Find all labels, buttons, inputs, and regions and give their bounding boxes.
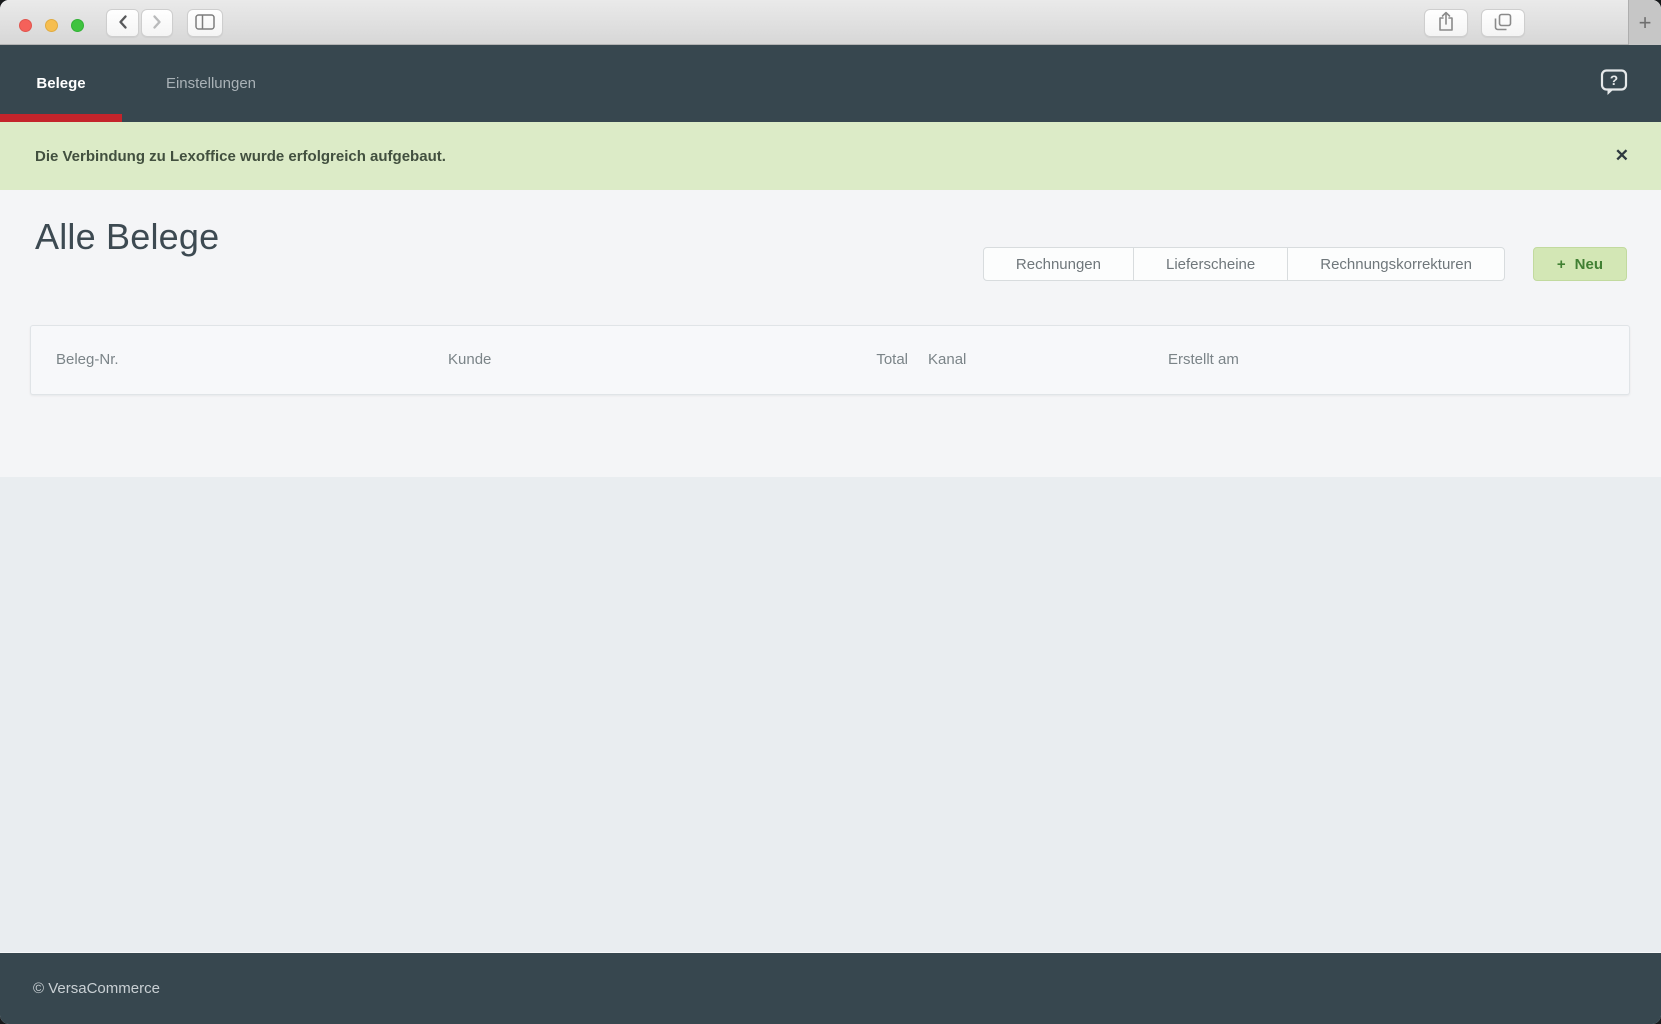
success-banner: Die Verbindung zu Lexoffice wurde erfolg…	[0, 122, 1661, 190]
app-footer: © VersaCommerce	[0, 953, 1661, 1024]
filter-rechnungen-button[interactable]: Rechnungen	[984, 248, 1133, 280]
tab-belege-label: Belege	[36, 75, 85, 92]
macos-titlebar: +	[0, 0, 1661, 45]
svg-text:?: ?	[1610, 73, 1618, 88]
column-header-kunde: Kunde	[448, 326, 491, 394]
share-icon	[1437, 11, 1455, 35]
help-button[interactable]: ?	[1599, 68, 1629, 99]
new-document-button-label: Neu	[1575, 256, 1603, 273]
window-close-button[interactable]	[19, 19, 32, 32]
column-header-erstellt-am: Erstellt am	[1168, 326, 1239, 394]
column-header-beleg-nr: Beleg-Nr.	[56, 326, 119, 394]
filter-rechnungskorrekturen-button[interactable]: Rechnungskorrekturen	[1287, 248, 1504, 280]
tab-overview-button[interactable]	[1481, 9, 1525, 37]
plus-icon: +	[1639, 10, 1652, 36]
sidebar-toggle-button[interactable]	[187, 9, 223, 37]
window-controls	[19, 19, 84, 32]
window-minimize-button[interactable]	[45, 19, 58, 32]
forward-button[interactable]	[141, 9, 173, 37]
new-tab-button[interactable]: +	[1628, 0, 1661, 45]
chevron-right-icon	[151, 14, 163, 33]
back-button[interactable]	[106, 9, 139, 37]
app-window: + Belege Einstellungen ? Die Verbindung …	[0, 0, 1661, 1024]
document-type-filter-group: Rechnungen Lieferscheine Rechnungskorrek…	[983, 247, 1505, 281]
column-header-total: Total	[771, 326, 908, 394]
chevron-left-icon	[117, 14, 129, 33]
column-header-kanal: Kanal	[928, 326, 966, 394]
copyright-text: © VersaCommerce	[33, 980, 160, 997]
documents-table: Beleg-Nr. Kunde Total Kanal Erstellt am	[30, 325, 1630, 395]
table-empty-area	[0, 477, 1661, 953]
help-bubble-icon: ?	[1599, 84, 1629, 99]
filter-lieferscheine-button[interactable]: Lieferscheine	[1133, 248, 1287, 280]
page-title: Alle Belege	[35, 216, 219, 258]
tab-einstellungen-label: Einstellungen	[166, 75, 256, 92]
overlapping-squares-icon	[1494, 13, 1512, 34]
plus-icon: +	[1557, 256, 1566, 273]
success-banner-message: Die Verbindung zu Lexoffice wurde erfolg…	[35, 148, 446, 165]
window-zoom-button[interactable]	[71, 19, 84, 32]
tab-belege[interactable]: Belege	[0, 45, 122, 122]
main-content: Alle Belege Rechnungen Lieferscheine Rec…	[0, 190, 1661, 477]
tab-einstellungen[interactable]: Einstellungen	[122, 45, 300, 122]
new-document-button[interactable]: + Neu	[1533, 247, 1627, 281]
app-navbar: Belege Einstellungen ?	[0, 45, 1661, 122]
sidebar-icon	[195, 14, 215, 33]
banner-close-icon[interactable]: ✕	[1615, 146, 1629, 166]
share-button[interactable]	[1424, 9, 1468, 37]
